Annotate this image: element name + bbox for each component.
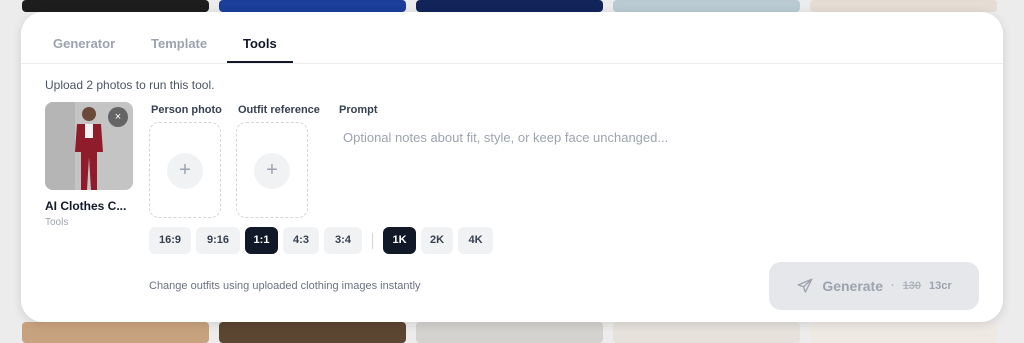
generate-label: Generate bbox=[822, 278, 884, 294]
person-photo-label: Person photo bbox=[151, 104, 222, 116]
tool-category: Tools bbox=[45, 217, 69, 228]
resolution-2k-chip[interactable]: 2K bbox=[421, 227, 453, 254]
credit-price: 13cr bbox=[929, 280, 952, 292]
outfit-reference-label: Outfit reference bbox=[238, 104, 320, 116]
gallery-tile[interactable] bbox=[219, 0, 406, 12]
aspect-4-3-chip[interactable]: 4:3 bbox=[283, 227, 319, 254]
add-photo-icon: + bbox=[167, 153, 203, 189]
background-gallery-top bbox=[0, 0, 1024, 12]
tab-generator[interactable]: Generator bbox=[53, 36, 115, 51]
aspect-3-4-chip[interactable]: 3:4 bbox=[324, 227, 362, 254]
gallery-tile[interactable] bbox=[416, 0, 603, 12]
add-photo-icon: + bbox=[254, 153, 290, 189]
prompt-label: Prompt bbox=[339, 104, 378, 116]
aspect-1-1-chip[interactable]: 1:1 bbox=[245, 227, 278, 254]
aspect-16-9-chip[interactable]: 16:9 bbox=[149, 227, 191, 254]
send-icon bbox=[797, 278, 813, 293]
remove-tool-button[interactable]: × bbox=[108, 107, 128, 127]
gallery-tile[interactable] bbox=[219, 322, 406, 343]
prompt-input[interactable] bbox=[343, 130, 963, 220]
gallery-tile[interactable] bbox=[22, 0, 209, 12]
tool-description: Change outfits using uploaded clothing i… bbox=[149, 280, 421, 292]
gallery-tile[interactable] bbox=[416, 322, 603, 343]
price-separator: · bbox=[891, 280, 895, 292]
gallery-tile[interactable] bbox=[613, 322, 800, 343]
gallery-tile[interactable] bbox=[810, 322, 997, 343]
tab-template[interactable]: Template bbox=[151, 36, 207, 51]
outfit-reference-upload[interactable]: + bbox=[236, 122, 308, 218]
original-price: 130 bbox=[902, 280, 922, 292]
gallery-tile[interactable] bbox=[22, 322, 209, 343]
gallery-tile[interactable] bbox=[810, 0, 997, 12]
resolution-1k-chip[interactable]: 1K bbox=[383, 227, 416, 254]
tool-name: AI Clothes C... bbox=[45, 199, 127, 213]
tab-tools[interactable]: Tools bbox=[243, 36, 277, 51]
upload-hint: Upload 2 photos to run this tool. bbox=[45, 78, 215, 92]
tool-thumbnail: × bbox=[45, 102, 133, 190]
selected-tool-card[interactable]: × AI Clothes C... Tools bbox=[45, 102, 133, 228]
tab-bar: Generator Template Tools bbox=[21, 12, 1003, 64]
gallery-tile[interactable] bbox=[613, 0, 800, 12]
background-gallery-bottom bbox=[0, 322, 1024, 343]
resolution-4k-chip[interactable]: 4K bbox=[458, 227, 493, 254]
chip-divider bbox=[372, 233, 373, 249]
person-photo-upload[interactable]: + bbox=[149, 122, 221, 218]
aspect-9-16-chip[interactable]: 9:16 bbox=[196, 227, 240, 254]
tool-panel: Generator Template Tools Upload 2 photos… bbox=[21, 12, 1003, 322]
generate-button[interactable]: Generate · 130 13cr bbox=[769, 262, 979, 310]
active-tab-indicator bbox=[227, 61, 293, 63]
